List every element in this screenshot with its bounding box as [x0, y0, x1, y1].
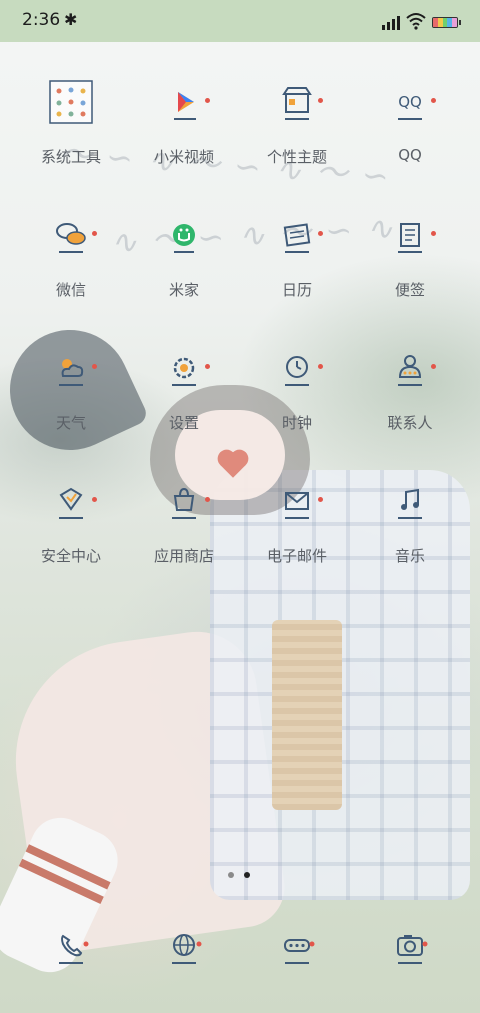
status-time: 2:36 — [22, 10, 61, 30]
dock-phone[interactable] — [49, 924, 93, 968]
bluetooth-icon: ✱ — [64, 10, 78, 29]
dock-camera[interactable] — [388, 924, 432, 968]
app-label: 个性主题 — [266, 148, 327, 166]
app-themes[interactable]: 个性主题 — [237, 80, 357, 190]
badge-dot — [431, 98, 436, 103]
folder-icon — [49, 80, 93, 124]
app-mi-video[interactable]: 小米视频 — [124, 80, 244, 190]
app-security-center[interactable]: 安全中心 — [11, 479, 131, 589]
app-app-store[interactable]: 应用商店 — [124, 479, 244, 589]
dock-messages[interactable] — [275, 924, 319, 968]
badge-dot — [205, 364, 210, 369]
app-wechat[interactable]: 微信 — [11, 213, 131, 323]
app-label: 联系人 — [387, 414, 433, 432]
app-label: 系统工具 — [40, 148, 101, 166]
app-mijia[interactable]: 米家 — [124, 213, 244, 323]
app-system-tools[interactable]: 系统工具 — [11, 80, 131, 190]
svg-text:QQ: QQ — [398, 93, 422, 111]
battery-icon — [432, 17, 458, 28]
badge-dot — [92, 231, 97, 236]
wallpaper-sweater — [272, 620, 342, 810]
app-label: 天气 — [55, 414, 86, 432]
page-indicator — [228, 872, 250, 878]
page-dot-active[interactable] — [244, 872, 250, 878]
badge-dot — [318, 364, 323, 369]
app-label: 便签 — [394, 281, 425, 299]
app-calendar[interactable]: 日历 — [237, 213, 357, 323]
app-settings[interactable]: 设置 — [124, 346, 244, 456]
dock-browser[interactable] — [162, 924, 206, 968]
qq-icon: QQ — [388, 80, 436, 124]
badge-dot — [318, 497, 323, 502]
app-label: 小米视频 — [153, 148, 214, 166]
cellular-signal-icon — [382, 14, 402, 30]
email-icon — [275, 479, 323, 523]
app-label: 音乐 — [394, 547, 425, 565]
badge-dot — [205, 497, 210, 502]
weather-icon — [49, 346, 97, 390]
wechat-icon — [49, 213, 97, 257]
browser-icon — [172, 934, 202, 964]
app-label: 米家 — [168, 281, 199, 299]
badge-dot — [92, 364, 97, 369]
notes-icon — [388, 213, 436, 257]
app-weather[interactable]: 天气 — [11, 346, 131, 456]
badge-dot — [92, 497, 97, 502]
app-contacts[interactable]: 联系人 — [350, 346, 470, 456]
app-label: 日历 — [281, 281, 312, 299]
app-qq[interactable]: QQ QQ — [350, 80, 470, 190]
app-label: 时钟 — [281, 414, 312, 432]
app-email[interactable]: 电子邮件 — [237, 479, 357, 589]
messages-icon — [284, 939, 315, 964]
badge-dot — [318, 231, 323, 236]
app-label: 设置 — [168, 414, 199, 432]
app-label: 应用商店 — [153, 547, 214, 565]
app-music[interactable]: 音乐 — [350, 479, 470, 589]
app-label: QQ — [398, 146, 422, 164]
clock-icon — [275, 346, 323, 390]
mijia-icon — [162, 213, 206, 257]
wifi-icon — [406, 13, 426, 30]
app-clock[interactable]: 时钟 — [237, 346, 357, 456]
calendar-icon — [275, 213, 323, 257]
app-label: 电子邮件 — [266, 547, 327, 565]
video-play-icon — [162, 80, 210, 124]
contacts-icon — [388, 346, 436, 390]
page-dot[interactable] — [228, 872, 234, 878]
music-icon — [388, 479, 432, 523]
badge-dot — [431, 364, 436, 369]
app-label: 微信 — [55, 281, 86, 299]
battery-cap — [459, 20, 461, 25]
app-label: 安全中心 — [40, 547, 101, 565]
theme-store-icon — [275, 80, 323, 124]
phone-icon — [59, 934, 89, 964]
badge-dot — [431, 231, 436, 236]
security-icon — [49, 479, 97, 523]
badge-dot — [205, 98, 210, 103]
status-bar: 2:36 ✱ — [0, 0, 480, 42]
settings-icon — [162, 346, 210, 390]
badge-dot — [318, 98, 323, 103]
camera-icon — [397, 935, 428, 964]
app-store-icon — [162, 479, 210, 523]
app-notes[interactable]: 便签 — [350, 213, 470, 323]
